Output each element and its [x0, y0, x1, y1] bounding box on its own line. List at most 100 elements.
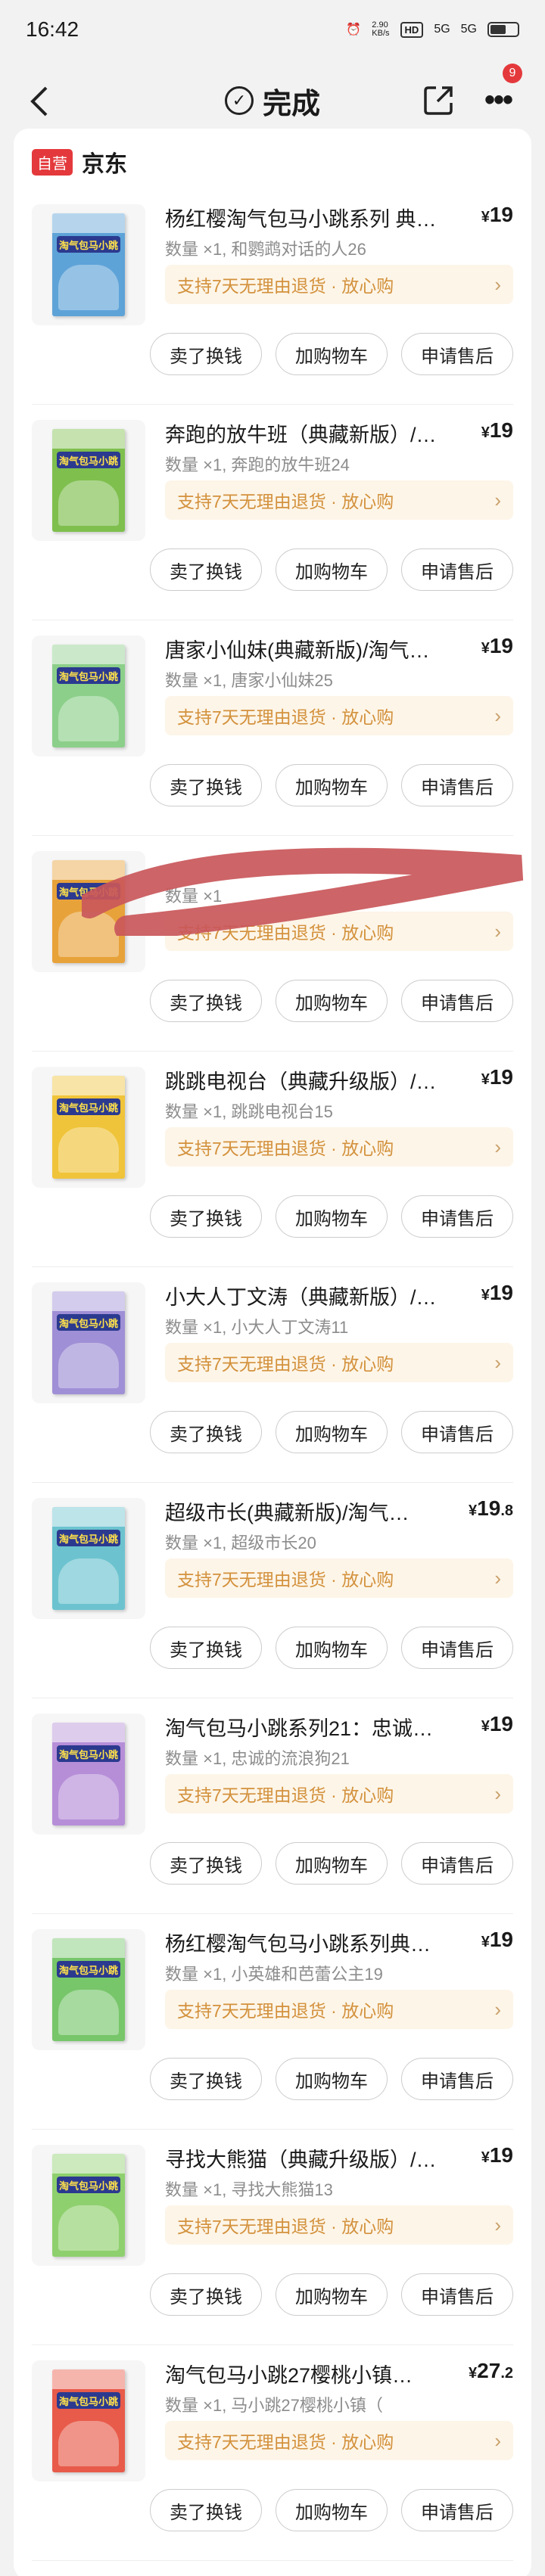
signal-5g-icon-2: 5G: [460, 23, 477, 36]
sell-exchange-button[interactable]: 卖了换钱: [150, 764, 262, 806]
product-title[interactable]: 超级市长(典藏新版)/淘气…: [165, 1496, 445, 1526]
product-thumbnail[interactable]: 淘气包马小跳: [32, 1929, 145, 2050]
product-price: ¥27.2: [469, 2359, 513, 2383]
after-sale-button[interactable]: 申请售后: [401, 764, 513, 806]
order-item[interactable]: 淘气包马小跳 小大人丁文涛（典藏新版）/… ¥19 数量 ×1, 小大人丁文涛1…: [14, 1267, 531, 1483]
after-sale-button[interactable]: 申请售后: [401, 333, 513, 375]
sell-exchange-button[interactable]: 卖了换钱: [150, 2058, 262, 2100]
add-to-cart-button[interactable]: 加购物车: [276, 2058, 388, 2100]
order-item[interactable]: 淘气包马小跳 超级市长(典藏新版)/淘气… ¥19.8 数量 ×1, 超级市长2…: [14, 1483, 531, 1698]
store-header[interactable]: 自营 京东: [32, 145, 127, 179]
after-sale-button[interactable]: 申请售后: [401, 1627, 513, 1669]
order-item[interactable]: 淘气包马小跳 唐家小仙妹(典藏新版)/淘气… ¥19 数量 ×1, 唐家小仙妹2…: [14, 620, 531, 836]
add-to-cart-button[interactable]: 加购物车: [276, 2273, 388, 2316]
product-title[interactable]: 淘气包马小跳系列21：忠诚…: [165, 1712, 445, 1742]
product-quantity: 数量 ×1, 寻找大熊猫13: [165, 2180, 333, 2199]
sell-exchange-button[interactable]: 卖了换钱: [150, 980, 262, 1022]
sell-exchange-button[interactable]: 卖了换钱: [150, 548, 262, 591]
add-to-cart-button[interactable]: 加购物车: [276, 1411, 388, 1453]
product-title[interactable]: 淘气包马小跳27樱桃小镇…: [165, 2359, 445, 2388]
return-promise-banner[interactable]: 支持7天无理由退货 · 放心购 ›: [165, 2421, 513, 2460]
currency-symbol: ¥: [481, 1934, 490, 1950]
return-promise-banner[interactable]: 支持7天无理由退货 · 放心购 ›: [165, 1558, 513, 1598]
product-quantity: 数量 ×1, 小大人丁文涛11: [165, 1318, 349, 1337]
notification-badge: 9: [503, 64, 522, 83]
product-thumbnail[interactable]: 淘气包马小跳: [32, 1282, 145, 1403]
after-sale-button[interactable]: 申请售后: [401, 2058, 513, 2100]
order-item[interactable]: 淘气包马小跳 淘气包马小跳27樱桃小镇… ¥27.2 数量 ×1, 马小跳27樱…: [14, 2345, 531, 2561]
product-title[interactable]: 杨红樱淘气包马小跳系列 典…: [165, 203, 445, 232]
product-title[interactable]: 寻找大熊猫（典藏升级版）/…: [165, 2143, 445, 2173]
currency-symbol: ¥: [481, 424, 490, 441]
book-cover-image: 淘气包马小跳: [52, 429, 125, 532]
return-promise-banner[interactable]: 支持7天无理由退货 · 放心购 ›: [165, 1127, 513, 1167]
order-item[interactable]: 淘气包马小跳 跳跳电视台（典藏升级版）/… ¥19 数量 ×1, 跳跳电视台15…: [14, 1052, 531, 1267]
after-sale-button[interactable]: 申请售后: [401, 548, 513, 591]
add-to-cart-button[interactable]: 加购物车: [276, 548, 388, 591]
sell-exchange-button[interactable]: 卖了换钱: [150, 1627, 262, 1669]
item-actions: 卖了换钱 加购物车 申请售后: [150, 1842, 513, 1885]
product-thumbnail[interactable]: 淘气包马小跳: [32, 635, 145, 757]
product-price: ¥19: [481, 1712, 513, 1736]
order-item[interactable]: 淘气包马小跳 奔跑的放牛班（典藏新版）/… ¥19 数量 ×1, 奔跑的放牛班2…: [14, 405, 531, 620]
product-thumbnail[interactable]: 淘气包马小跳: [32, 2360, 145, 2481]
share-icon[interactable]: [421, 82, 457, 118]
after-sale-button[interactable]: 申请售后: [401, 2273, 513, 2316]
product-thumbnail[interactable]: 淘气包马小跳: [32, 1067, 145, 1188]
sell-exchange-button[interactable]: 卖了换钱: [150, 2489, 262, 2531]
book-cover-image: 淘气包马小跳: [52, 2154, 125, 2257]
order-item[interactable]: 淘气包马小跳 数量 ×1 支持7天无理由退货 · 放心购 › 卖了换钱 加购物车…: [14, 836, 531, 1052]
store-name: 京东: [82, 152, 127, 177]
product-thumbnail[interactable]: 淘气包马小跳: [32, 2145, 145, 2266]
status-bar: 16:42 ⏰ 2.90 KB/s HD 5G 5G: [0, 0, 545, 59]
product-thumbnail[interactable]: 淘气包马小跳: [32, 1714, 145, 1835]
add-to-cart-button[interactable]: 加购物车: [276, 1842, 388, 1885]
sell-exchange-button[interactable]: 卖了换钱: [150, 333, 262, 375]
after-sale-button[interactable]: 申请售后: [401, 1842, 513, 1885]
product-thumbnail[interactable]: 淘气包马小跳: [32, 420, 145, 541]
return-promise-text: 支持7天无理由退货 · 放心购: [177, 276, 394, 296]
product-title[interactable]: 杨红樱淘气包马小跳系列典…: [165, 1928, 445, 1957]
product-quantity: 数量 ×1, 超级市长20: [165, 1533, 316, 1552]
order-item[interactable]: 淘气包马小跳 淘气包马小跳系列21：忠诚… ¥19 数量 ×1, 忠诚的流浪狗2…: [14, 1698, 531, 1914]
product-thumbnail[interactable]: 淘气包马小跳: [32, 1498, 145, 1619]
add-to-cart-button[interactable]: 加购物车: [276, 980, 388, 1022]
after-sale-button[interactable]: 申请售后: [401, 1195, 513, 1238]
after-sale-button[interactable]: 申请售后: [401, 2489, 513, 2531]
product-title[interactable]: 跳跳电视台（典藏升级版）/…: [165, 1065, 445, 1095]
item-actions: 卖了换钱 加购物车 申请售后: [150, 1195, 513, 1238]
product-title[interactable]: 小大人丁文涛（典藏新版）/…: [165, 1281, 445, 1310]
product-price: ¥19: [481, 634, 513, 658]
order-item[interactable]: 淘气包马小跳 杨红樱淘气包马小跳系列 典… ¥19 数量 ×1, 和鹦鹉对话的人…: [14, 189, 531, 405]
return-promise-banner[interactable]: 支持7天无理由退货 · 放心购 ›: [165, 1990, 513, 2029]
return-promise-banner[interactable]: 支持7天无理由退货 · 放心购 ›: [165, 265, 513, 304]
sell-exchange-button[interactable]: 卖了换钱: [150, 1195, 262, 1238]
return-promise-banner[interactable]: 支持7天无理由退货 · 放心购 ›: [165, 2205, 513, 2245]
product-thumbnail[interactable]: 淘气包马小跳: [32, 204, 145, 325]
return-promise-banner[interactable]: 支持7天无理由退货 · 放心购 ›: [165, 1774, 513, 1813]
add-to-cart-button[interactable]: 加购物车: [276, 764, 388, 806]
product-title[interactable]: 奔跑的放牛班（典藏新版）/…: [165, 418, 445, 448]
sell-exchange-button[interactable]: 卖了换钱: [150, 2273, 262, 2316]
after-sale-button[interactable]: 申请售后: [401, 980, 513, 1022]
add-to-cart-button[interactable]: 加购物车: [276, 2489, 388, 2531]
chevron-right-icon: ›: [494, 704, 501, 727]
more-icon[interactable]: •••: [475, 82, 521, 118]
return-promise-banner[interactable]: 支持7天无理由退货 · 放心购 ›: [165, 696, 513, 735]
back-icon[interactable]: [20, 80, 58, 123]
return-promise-banner[interactable]: 支持7天无理由退货 · 放心购 ›: [165, 1343, 513, 1382]
price-integer: 19: [489, 634, 513, 657]
add-to-cart-button[interactable]: 加购物车: [276, 333, 388, 375]
sell-exchange-button[interactable]: 卖了换钱: [150, 1842, 262, 1885]
price-integer: 19: [489, 1281, 513, 1304]
order-item[interactable]: 淘气包马小跳 寻找大熊猫（典藏升级版）/… ¥19 数量 ×1, 寻找大熊猫13…: [14, 2130, 531, 2345]
order-item[interactable]: 淘气包马小跳 杨红樱淘气包马小跳系列典… ¥19 数量 ×1, 小英雄和芭蕾公主…: [14, 1914, 531, 2130]
product-title[interactable]: 唐家小仙妹(典藏新版)/淘气…: [165, 634, 445, 663]
add-to-cart-button[interactable]: 加购物车: [276, 1195, 388, 1238]
add-to-cart-button[interactable]: 加购物车: [276, 1627, 388, 1669]
sell-exchange-button[interactable]: 卖了换钱: [150, 1411, 262, 1453]
alarm-icon: ⏰: [346, 23, 362, 36]
return-promise-banner[interactable]: 支持7天无理由退货 · 放心购 ›: [165, 480, 513, 520]
currency-symbol: ¥: [481, 209, 490, 225]
after-sale-button[interactable]: 申请售后: [401, 1411, 513, 1453]
